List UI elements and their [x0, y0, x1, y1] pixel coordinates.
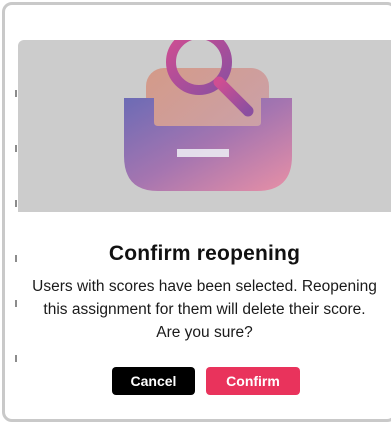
dialog-hero — [18, 40, 391, 212]
background-row-marker — [15, 145, 17, 152]
dialog-message: Users with scores have been selected. Re… — [32, 278, 377, 341]
inbox-search-icon — [124, 40, 292, 191]
confirm-button[interactable]: Confirm — [206, 367, 300, 395]
background-row-marker — [15, 200, 17, 207]
background-row-marker — [15, 355, 17, 362]
confirm-reopen-dialog: Confirm reopening Users with scores have… — [18, 40, 391, 409]
background-row-marker — [15, 300, 17, 307]
cancel-button[interactable]: Cancel — [112, 367, 195, 395]
dialog-title: Confirm reopening — [108, 242, 301, 265]
background-row-marker — [15, 90, 17, 97]
background-row-marker — [15, 255, 17, 262]
